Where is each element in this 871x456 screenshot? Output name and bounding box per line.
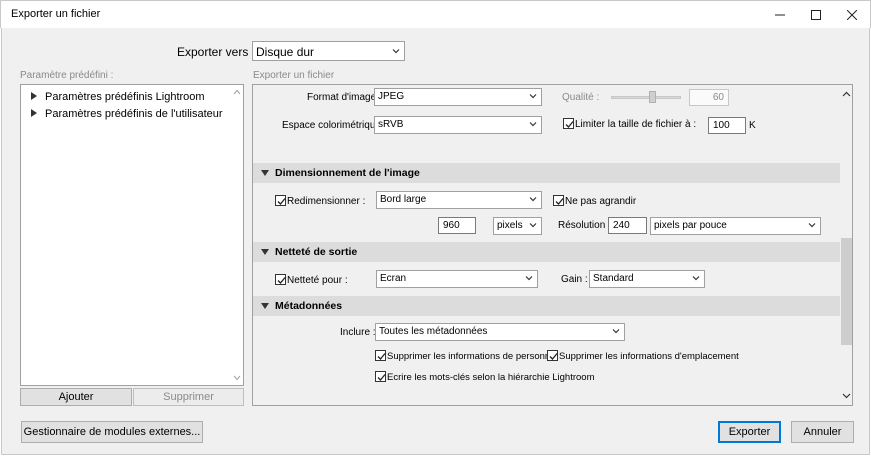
colorspace-label: Espace colorimétrique : [282, 120, 387, 131]
scroll-down-icon[interactable] [842, 393, 851, 399]
section-title: Métadonnées [275, 300, 343, 312]
export-panel-label: Exporter un fichier [253, 70, 335, 81]
include-select[interactable]: Toutes les métadonnées [375, 323, 625, 341]
resize-checkbox[interactable]: Redimensionner : [275, 195, 365, 207]
remove-preset-button[interactable]: Supprimer [133, 388, 244, 406]
format-select[interactable]: JPEG [374, 88, 542, 106]
slider-track [611, 96, 681, 99]
sharpen-target-select[interactable]: Ecran [376, 270, 538, 288]
chevron-down-icon [529, 122, 537, 127]
quality-slider[interactable] [611, 91, 681, 103]
chevron-down-icon [529, 197, 537, 202]
size-unit-value: pixels [497, 220, 523, 231]
remove-person-checkbox[interactable]: Supprimer les informations de personne [375, 350, 555, 362]
resolution-label: Résolution : [558, 220, 611, 231]
chevron-down-icon [392, 49, 400, 54]
export-to-label: Exporter vers : [177, 45, 256, 59]
no-enlarge-label: Ne pas agrandir [565, 196, 637, 207]
collapse-arrow-icon [261, 170, 269, 176]
expand-arrow-icon[interactable] [31, 92, 37, 100]
settings-scrollbar[interactable] [840, 85, 852, 405]
export-button[interactable]: Exporter [718, 421, 781, 443]
checkbox-checked-icon[interactable] [275, 274, 286, 285]
tree-item-lightroom-presets[interactable]: Paramètres prédéfinis Lightroom [31, 91, 205, 103]
chevron-down-icon [529, 94, 537, 99]
cancel-button[interactable]: Annuler [791, 421, 854, 443]
include-label: Inclure : [340, 327, 376, 338]
gain-label: Gain : [561, 274, 588, 285]
hierarchy-keywords-label: Ecrire les mots-clés selon la hiérarchie… [387, 372, 595, 383]
format-value: JPEG [378, 91, 405, 102]
remove-location-label: Supprimer les informations d'emplacement [559, 351, 739, 362]
resize-mode-select[interactable]: Bord large [376, 191, 542, 209]
maximize-icon[interactable] [798, 1, 834, 29]
checkbox-checked-icon[interactable] [275, 195, 286, 206]
section-title: Dimensionnement de l'image [275, 167, 420, 179]
no-enlarge-checkbox[interactable]: Ne pas agrandir [553, 195, 636, 207]
resolution-input[interactable]: 240 [608, 217, 647, 234]
resolution-unit-select[interactable]: pixels par pouce [650, 217, 821, 235]
limit-size-checkbox[interactable]: Limiter la taille de fichier à : [563, 118, 696, 130]
include-value: Toutes les métadonnées [379, 326, 488, 337]
section-header-sharpening[interactable]: Netteté de sortie [253, 242, 840, 262]
section-title: Netteté de sortie [275, 246, 358, 258]
slider-thumb[interactable] [649, 91, 656, 103]
limit-size-input[interactable]: 100 [708, 117, 746, 134]
checkbox-checked-icon[interactable] [375, 350, 386, 361]
collapse-arrow-icon [261, 249, 269, 255]
resolution-unit-value: pixels par pouce [654, 220, 727, 231]
checkbox-checked-icon[interactable] [375, 371, 386, 382]
limit-size-label: Limiter la taille de fichier à : [575, 119, 697, 130]
scroll-up-icon[interactable] [233, 89, 241, 95]
preset-scrollbar[interactable] [231, 85, 243, 385]
section-header-metadata[interactable]: Métadonnées [253, 296, 840, 316]
chevron-down-icon [529, 223, 537, 228]
checkbox-checked-icon[interactable] [553, 195, 564, 206]
gain-select[interactable]: Standard [589, 270, 705, 288]
tree-item-user-presets[interactable]: Paramètres prédéfinis de l'utilisateur [31, 108, 223, 120]
quality-input[interactable]: 60 [689, 89, 729, 106]
chevron-down-icon [808, 223, 816, 228]
remove-location-checkbox[interactable]: Supprimer les informations d'emplacement [547, 350, 739, 362]
chevron-down-icon [525, 276, 533, 281]
preset-tree[interactable]: Paramètres prédéfinis Lightroom Paramètr… [20, 84, 244, 386]
chevron-down-icon [612, 329, 620, 334]
sharpen-target-value: Ecran [380, 273, 407, 284]
remove-person-label: Supprimer les informations de personne [387, 351, 556, 362]
title-bar: Exporter un fichier [0, 0, 871, 28]
add-preset-button[interactable]: Ajouter [20, 388, 132, 406]
quality-label: Qualité : [562, 92, 600, 103]
export-to-select[interactable]: Disque dur [252, 41, 405, 61]
size-input[interactable]: 960 [438, 217, 476, 234]
limit-unit: K [749, 120, 756, 131]
size-unit-select[interactable]: pixels [493, 217, 542, 235]
scrollbar-thumb[interactable] [841, 238, 852, 345]
close-icon[interactable] [834, 1, 870, 29]
hierarchy-keywords-checkbox[interactable]: Ecrire les mots-clés selon la hiérarchie… [375, 371, 595, 383]
colorspace-value: sRVB [378, 119, 404, 130]
expand-arrow-icon[interactable] [31, 109, 37, 117]
scroll-down-icon[interactable] [233, 375, 241, 381]
colorspace-select[interactable]: sRVB [374, 116, 542, 134]
tree-item-label: Paramètres prédéfinis Lightroom [45, 91, 205, 103]
chevron-down-icon [692, 276, 700, 281]
preset-panel-label: Paramètre prédéfini : [20, 70, 114, 81]
checkbox-checked-icon[interactable] [563, 118, 574, 129]
resize-label: Redimensionner : [287, 196, 366, 207]
export-to-value: Disque dur [256, 45, 315, 59]
scroll-up-icon[interactable] [842, 91, 851, 97]
resize-mode-value: Bord large [380, 194, 427, 205]
window-title: Exporter un fichier [11, 8, 101, 20]
checkbox-checked-icon[interactable] [547, 350, 558, 361]
gain-value: Standard [593, 273, 634, 284]
tree-item-label: Paramètres prédéfinis de l'utilisateur [45, 108, 223, 120]
format-label: Format d'image : [307, 92, 382, 103]
sharpen-label: Netteté pour : [287, 275, 348, 286]
sharpen-checkbox[interactable]: Netteté pour : [275, 274, 348, 286]
export-settings-panel: Format d'image : JPEG Qualité : 60 Espac… [252, 84, 853, 406]
collapse-arrow-icon [261, 303, 269, 309]
section-header-sizing[interactable]: Dimensionnement de l'image [253, 163, 840, 183]
plugin-manager-button[interactable]: Gestionnaire de modules externes... [21, 421, 203, 443]
minimize-icon[interactable] [762, 1, 798, 29]
